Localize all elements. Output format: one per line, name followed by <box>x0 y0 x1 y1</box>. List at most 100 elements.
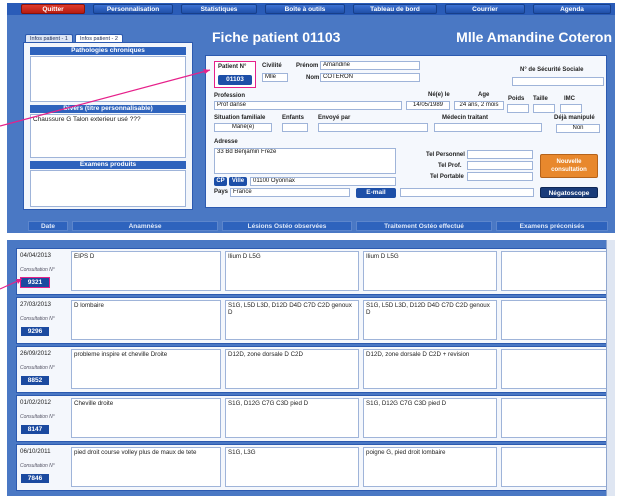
consultation-list: 04/04/2013 Consultation N° 9321 EIPS D I… <box>7 240 615 496</box>
consultation-row[interactable]: 04/04/2013 Consultation N° 9321 EIPS D I… <box>16 248 614 295</box>
consult-number[interactable]: 9321 <box>20 277 50 288</box>
age-field: 24 ans, 2 mois <box>454 101 504 110</box>
pays-field[interactable]: France <box>230 188 350 197</box>
profession-label: Profession <box>214 93 246 99</box>
traitement-cell[interactable]: Ilium D L5G <box>363 251 497 291</box>
consult-label: Consultation N° <box>20 267 55 273</box>
civilite-field[interactable]: Mlle <box>262 73 288 82</box>
quit-button[interactable]: Quitter <box>21 4 85 14</box>
medecin-field[interactable] <box>434 123 542 132</box>
mail-button[interactable]: Courrier <box>445 4 525 14</box>
divers-field[interactable]: Chaussure G Talon exterieur usé ??? <box>30 114 186 158</box>
medecin-label: Médecin traitant <box>442 115 489 121</box>
examens-cell[interactable] <box>501 349 609 389</box>
consult-date: 27/03/2013 <box>20 301 51 308</box>
examens-cell[interactable] <box>501 251 609 291</box>
consult-label: Consultation N° <box>20 414 55 420</box>
adresse-field[interactable]: 33 Bd Benjamin Freze <box>214 148 396 174</box>
ville-label: Ville <box>229 177 247 186</box>
col-lesions: Lésions Ostéo observées <box>222 221 352 231</box>
lesions-cell[interactable]: S1G, D12G C7G C3D pied D <box>225 398 359 438</box>
consult-number[interactable]: 7846 <box>21 474 49 483</box>
pathologies-field[interactable] <box>30 56 186 102</box>
email-button[interactable]: E-mail <box>356 188 396 198</box>
traitement-cell[interactable]: S1G, L5D L3D, D12D D4D C7D C2D genoux D <box>363 300 497 340</box>
envoye-label: Envoyé par <box>318 115 351 121</box>
anamnese-cell[interactable]: EIPS D <box>71 251 221 291</box>
prenom-label: Prénom <box>296 63 319 69</box>
tel-port-field[interactable] <box>467 172 533 181</box>
statistics-button[interactable]: Statistiques <box>181 4 257 14</box>
pays-label: Pays <box>214 189 229 195</box>
civilite-label: Civilité <box>262 63 282 69</box>
examens-cell[interactable] <box>501 398 609 438</box>
left-info-panel: Pathologies chroniques Divers (titre per… <box>23 42 193 210</box>
profession-field[interactable]: Prof danse <box>214 101 402 110</box>
tel-prof-field[interactable] <box>467 161 533 170</box>
consultation-row[interactable]: 06/10/2011 Consultation N° 7846 pied dro… <box>16 444 614 491</box>
consult-date: 26/09/2012 <box>20 350 51 357</box>
personalisation-button[interactable]: Personnalisation <box>93 4 173 14</box>
consultation-row[interactable]: 27/03/2013 Consultation N° 9296 D lombai… <box>16 297 614 344</box>
consult-number[interactable]: 8147 <box>21 425 49 434</box>
consult-number[interactable]: 8852 <box>21 376 49 385</box>
col-anamnese: Anamnèse <box>72 221 218 231</box>
col-traitement: Traitement Ostéo effectué <box>356 221 492 231</box>
lesions-cell[interactable]: S1G, L3G <box>225 447 359 487</box>
email-field[interactable] <box>400 188 534 197</box>
examens-cell[interactable] <box>501 447 609 487</box>
weight-label: Poids <box>508 96 525 102</box>
dashboard-button[interactable]: Tableau de bord <box>353 4 437 14</box>
traitement-cell[interactable]: D12D, zone dorsale D C2D + revision <box>363 349 497 389</box>
tel-perso-field[interactable] <box>467 150 533 159</box>
cp-ville-field[interactable]: 01100 Oyonnax <box>250 177 396 186</box>
enfants-label: Enfants <box>282 115 305 121</box>
lesions-cell[interactable]: D12D, zone dorsale D C2D <box>225 349 359 389</box>
imc-field <box>560 104 582 113</box>
manip-field[interactable]: Non <box>556 124 600 133</box>
anamnese-cell[interactable]: probleme inspire et cheville Droite <box>71 349 221 389</box>
lesions-cell[interactable]: S1G, L5D L3D, D12D D4D C7D C2D genoux D <box>225 300 359 340</box>
situation-label: Situation familiale <box>214 115 266 121</box>
consultation-row[interactable]: 01/02/2012 Consultation N° 8147 Cheville… <box>16 395 614 442</box>
envoye-field[interactable] <box>318 123 428 132</box>
consult-label: Consultation N° <box>20 365 55 371</box>
consult-number[interactable]: 9296 <box>21 327 49 336</box>
birthdate-label: Né(e) le <box>428 92 450 98</box>
secu-field[interactable] <box>512 77 604 86</box>
anamnese-cell[interactable]: pied droit course volley plus de maux de… <box>71 447 221 487</box>
imc-label: IMC <box>564 96 575 102</box>
new-consultation-button[interactable]: Nouvelle consultation <box>540 154 598 178</box>
enfants-field[interactable] <box>282 123 308 132</box>
weight-field[interactable] <box>507 104 529 113</box>
anamnese-cell[interactable]: D lombaire <box>71 300 221 340</box>
negatoscope-button[interactable]: Négatoscope <box>540 187 598 198</box>
main-menu-bar: Quitter Personnalisation Statistiques Bo… <box>7 3 615 15</box>
list-scrollbar[interactable] <box>606 240 615 496</box>
manip-label: Déjà manipulé <box>554 115 595 121</box>
adresse-label: Adresse <box>214 139 238 145</box>
patient-number: 01103 <box>218 75 252 85</box>
tel-prof-label: Tel Prof. <box>438 163 462 169</box>
nom-field[interactable]: COTERON <box>320 73 420 82</box>
height-field[interactable] <box>533 104 555 113</box>
toolbox-button[interactable]: Boîte à outils <box>265 4 345 14</box>
consultation-row[interactable]: 26/09/2012 Consultation N° 8852 probleme… <box>16 346 614 393</box>
traitement-cell[interactable]: S1G, D12G C7G C3D pied D <box>363 398 497 438</box>
patient-number-label: Patient N° <box>218 64 247 70</box>
traitement-cell[interactable]: poigne G, pied droit lombaire <box>363 447 497 487</box>
agenda-button[interactable]: Agenda <box>533 4 611 14</box>
cp-label: CP <box>214 177 227 186</box>
situation-field[interactable]: Marié(e) <box>214 123 272 132</box>
examens-field[interactable] <box>30 170 186 207</box>
birthdate-field[interactable]: 14/05/1989 <box>406 101 450 110</box>
examens-header: Examens produits <box>30 161 186 169</box>
prenom-field[interactable]: Amandine <box>320 61 420 70</box>
divers-header: Divers (titre personnalisable) <box>30 105 186 113</box>
patient-info-panel: Patient N° 01103 Civilité Mlle Prénom Am… <box>205 55 607 208</box>
consult-date: 04/04/2013 <box>20 252 51 259</box>
anamnese-cell[interactable]: Cheville droite <box>71 398 221 438</box>
page-title: Fiche patient 01103 <box>212 29 341 45</box>
examens-cell[interactable] <box>501 300 609 340</box>
lesions-cell[interactable]: Ilium D L5G <box>225 251 359 291</box>
